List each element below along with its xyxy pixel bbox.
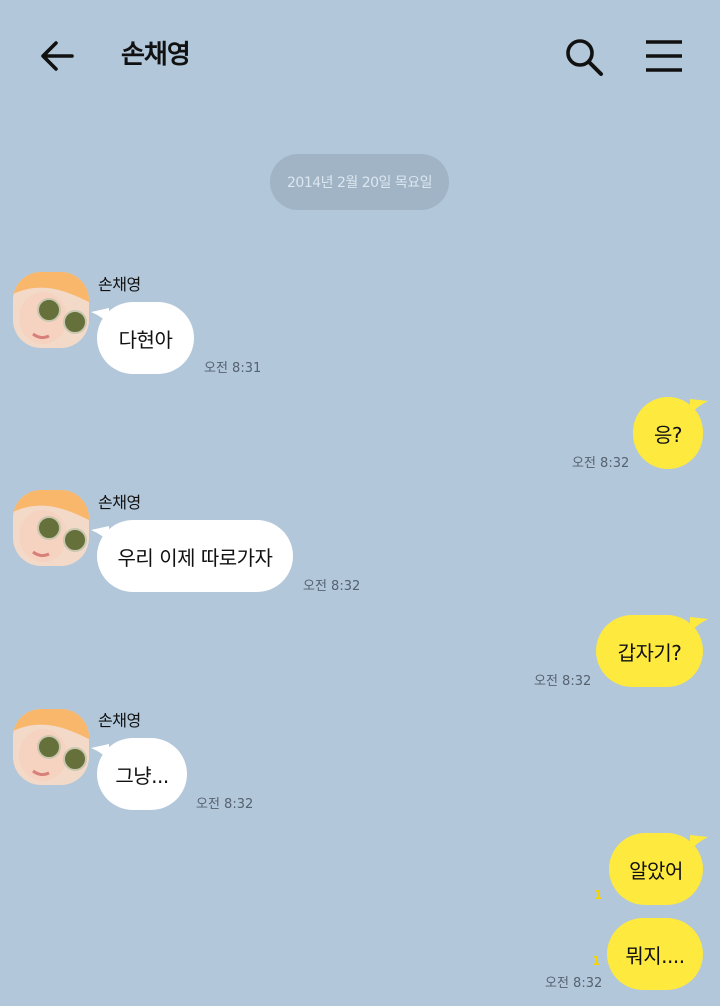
message-time: 오전 8:32 bbox=[572, 456, 630, 471]
message-text: 알았어 bbox=[629, 858, 683, 883]
message-time: 오전 8:31 bbox=[204, 361, 262, 376]
message-bubble-incoming[interactable]: 그냥... bbox=[97, 738, 187, 810]
chat-screen: 손채영 2014년 2월 20일 목요일 손채영 다현아 오전 8:31 응? … bbox=[0, 0, 720, 1006]
message-text: 다현아 bbox=[118, 327, 173, 352]
message-bubble-incoming[interactable]: 우리 이제 따로가자 bbox=[97, 520, 293, 592]
avatar-image bbox=[13, 709, 89, 785]
message-text: 우리 이제 따로가자 bbox=[117, 545, 273, 570]
search-button[interactable] bbox=[563, 36, 605, 78]
message-text: 그냥... bbox=[115, 763, 169, 788]
message-bubble-outgoing[interactable]: 응? bbox=[633, 397, 703, 469]
message-bubble-outgoing[interactable]: 갑자기? bbox=[596, 615, 703, 687]
menu-button[interactable] bbox=[644, 38, 684, 74]
date-divider: 2014년 2월 20일 목요일 bbox=[270, 154, 449, 210]
message-time: 오전 8:32 bbox=[303, 579, 361, 594]
message-bubble-outgoing[interactable]: 뭐지.... bbox=[607, 918, 703, 990]
avatar-image bbox=[13, 272, 89, 348]
search-icon bbox=[566, 39, 603, 76]
sender-name: 손채영 bbox=[98, 711, 141, 730]
unread-count: 1 bbox=[592, 954, 601, 968]
hamburger-menu-icon bbox=[646, 40, 682, 72]
sender-name: 손채영 bbox=[98, 275, 141, 294]
avatar-image bbox=[13, 490, 89, 566]
chat-header: 손채영 bbox=[0, 0, 720, 112]
date-divider-text: 2014년 2월 20일 목요일 bbox=[287, 175, 432, 191]
avatar[interactable] bbox=[13, 709, 89, 785]
message-bubble-outgoing[interactable]: 알았어 bbox=[609, 833, 703, 905]
avatar[interactable] bbox=[13, 272, 89, 348]
arrow-left-icon bbox=[41, 41, 74, 71]
message-time: 오전 8:32 bbox=[545, 976, 603, 991]
message-text: 뭐지.... bbox=[625, 943, 685, 968]
unread-count: 1 bbox=[594, 888, 603, 902]
message-text: 응? bbox=[653, 422, 683, 447]
message-bubble-incoming[interactable]: 다현아 bbox=[97, 302, 194, 374]
back-button[interactable] bbox=[38, 38, 78, 74]
message-time: 오전 8:32 bbox=[534, 674, 592, 689]
sender-name: 손채영 bbox=[98, 493, 141, 512]
message-text: 갑자기? bbox=[617, 640, 682, 665]
message-time: 오전 8:32 bbox=[196, 797, 254, 812]
chat-title: 손채영 bbox=[121, 40, 191, 70]
avatar[interactable] bbox=[13, 490, 89, 566]
